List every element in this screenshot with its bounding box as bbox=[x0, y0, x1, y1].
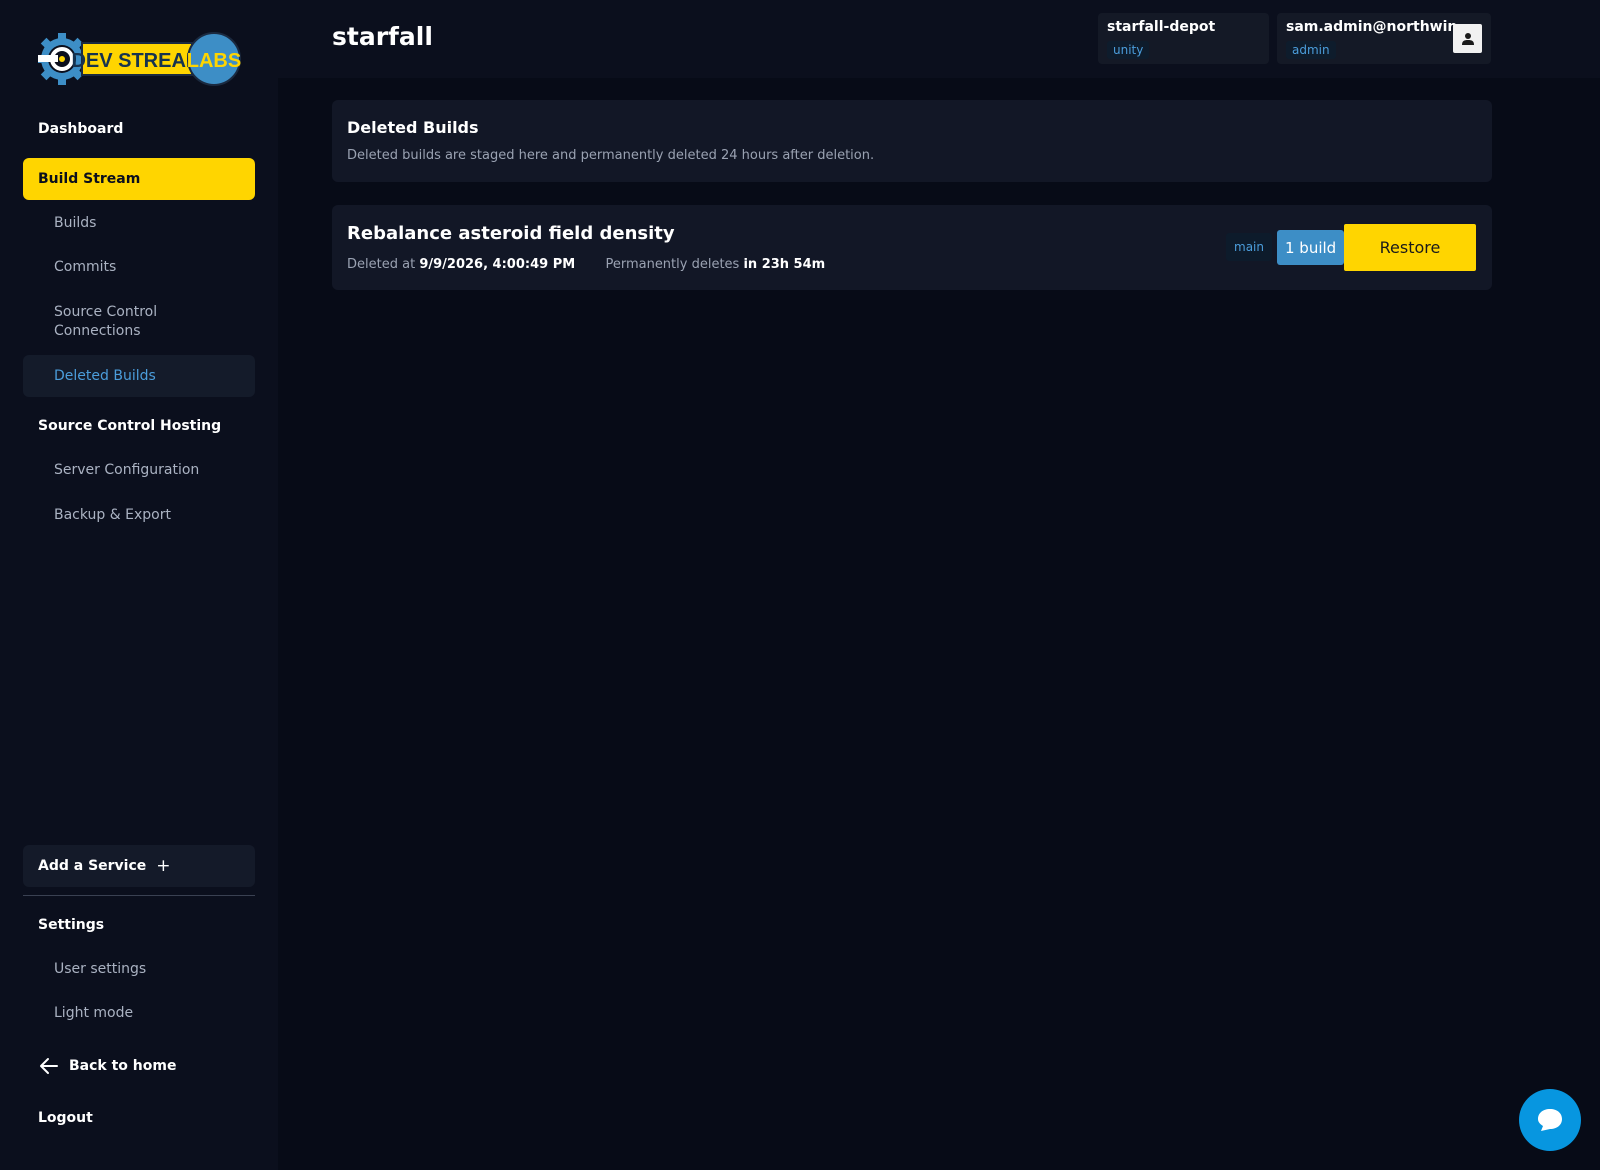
sidebar: DEV STREAM LABS Dashboard Build Stream B… bbox=[0, 0, 278, 1170]
sidebar-item-dashboard[interactable]: Dashboard bbox=[23, 108, 255, 150]
project-name: starfall-depot bbox=[1107, 19, 1216, 35]
page-title: starfall bbox=[332, 22, 433, 51]
project-engine-tag: unity bbox=[1107, 41, 1150, 59]
back-to-home-link[interactable]: Back to home bbox=[39, 1054, 176, 1078]
sidebar-divider bbox=[23, 895, 255, 896]
deleted-builds-info-card: Deleted Builds Deleted builds are staged… bbox=[332, 100, 1492, 182]
branch-badge: main bbox=[1226, 233, 1272, 261]
arrow-left-icon bbox=[40, 1058, 58, 1074]
build-count-badge: 1 build bbox=[1277, 230, 1345, 265]
sidebar-item-source-control-connections[interactable]: Source Control Connections bbox=[23, 303, 193, 341]
sidebar-item-label: Source Control Hosting bbox=[38, 418, 222, 434]
deleted-at-value: 9/9/2026, 4:00:49 PM bbox=[419, 257, 576, 272]
sidebar-item-settings[interactable]: Settings bbox=[23, 904, 255, 946]
sidebar-item-builds[interactable]: Builds bbox=[23, 214, 255, 233]
build-title: Rebalance asteroid field density bbox=[347, 223, 675, 244]
add-service-label: Add a Service bbox=[38, 858, 147, 874]
back-to-home-label: Back to home bbox=[69, 1058, 177, 1074]
sidebar-item-backup-export[interactable]: Backup & Export bbox=[23, 506, 255, 525]
app-root: DEV STREAM LABS Dashboard Build Stream B… bbox=[0, 0, 1600, 1170]
sidebar-item-label: Server Configuration bbox=[54, 462, 200, 478]
chat-launcher-button[interactable] bbox=[1519, 1089, 1581, 1151]
top-header: starfall starfall-depot unity sam.admin@… bbox=[278, 0, 1600, 78]
add-service-button[interactable]: Add a Service + bbox=[23, 845, 255, 887]
sidebar-item-logout[interactable]: Logout bbox=[23, 1097, 255, 1139]
sidebar-item-label: User settings bbox=[54, 961, 147, 977]
sidebar-item-label: Logout bbox=[38, 1110, 93, 1126]
svg-text:DEV STREAM: DEV STREAM bbox=[71, 50, 202, 72]
build-meta: Deleted at 9/9/2026, 4:00:49 PM Permanen… bbox=[347, 257, 825, 272]
permanent-delete-label: Permanently deletes bbox=[605, 257, 740, 272]
sidebar-item-label: Commits bbox=[54, 259, 117, 275]
deleted-build-row: Rebalance asteroid field density Deleted… bbox=[332, 205, 1492, 290]
sidebar-item-deleted-builds[interactable]: Deleted Builds bbox=[23, 355, 255, 397]
sidebar-item-commits[interactable]: Commits bbox=[23, 258, 255, 277]
sidebar-item-label: Dashboard bbox=[38, 121, 124, 137]
sidebar-item-user-settings[interactable]: User settings bbox=[23, 960, 255, 979]
project-selector[interactable]: starfall-depot unity bbox=[1098, 13, 1269, 64]
sidebar-item-label: Backup & Export bbox=[54, 507, 171, 523]
user-email: sam.admin@northwin... bbox=[1286, 19, 1474, 35]
user-icon bbox=[1461, 32, 1474, 45]
sidebar-item-build-stream[interactable]: Build Stream bbox=[23, 158, 255, 200]
sidebar-item-server-configuration[interactable]: Server Configuration bbox=[23, 461, 255, 480]
deleted-at-label: Deleted at bbox=[347, 257, 416, 272]
svg-text:LABS: LABS bbox=[187, 50, 241, 72]
sidebar-item-label: Source Control Connections bbox=[54, 304, 158, 339]
chat-bubble-icon bbox=[1538, 1109, 1562, 1131]
sidebar-item-label: Builds bbox=[54, 215, 97, 231]
sidebar-item-light-mode[interactable]: Light mode bbox=[23, 1004, 255, 1023]
section-title: Deleted Builds bbox=[347, 118, 479, 137]
section-description: Deleted builds are staged here and perma… bbox=[347, 148, 875, 163]
avatar[interactable] bbox=[1453, 24, 1482, 53]
sidebar-item-label: Deleted Builds bbox=[54, 367, 156, 384]
permanent-delete-value: in 23h 54m bbox=[743, 257, 826, 272]
sidebar-item-label: Settings bbox=[38, 917, 105, 933]
restore-button[interactable]: Restore bbox=[1344, 224, 1476, 271]
sidebar-item-label: Build Stream bbox=[38, 171, 141, 187]
user-role-tag: admin bbox=[1286, 41, 1336, 59]
user-menu[interactable]: sam.admin@northwin... admin bbox=[1277, 13, 1491, 64]
plus-icon: + bbox=[156, 856, 171, 876]
sidebar-item-label: Light mode bbox=[54, 1005, 134, 1021]
dev-stream-labs-logo[interactable]: DEV STREAM LABS bbox=[36, 30, 243, 88]
sidebar-item-source-control-hosting[interactable]: Source Control Hosting bbox=[23, 405, 255, 447]
